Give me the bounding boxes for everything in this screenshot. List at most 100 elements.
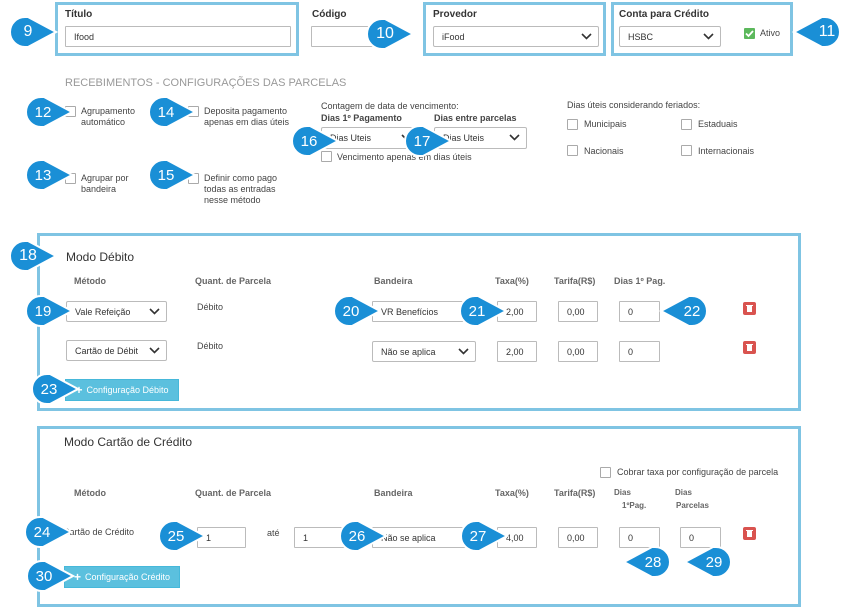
badge-12: 12 [22, 95, 74, 129]
ativo-checkbox[interactable] [744, 28, 755, 39]
debito-row2-metodo-select[interactable]: Cartão de Débit [66, 340, 167, 361]
badge-16: 16 [288, 124, 340, 158]
debito-row2-quant: Débito [197, 341, 224, 351]
credito-col-diasp-a: Dias [675, 488, 692, 497]
chevron-down-icon [149, 307, 160, 315]
internacionais-checkbox[interactable] [681, 145, 692, 156]
debito-row1-quant: Débito [197, 302, 224, 312]
debito-col-dias: Dias 1º Pag. [614, 276, 666, 286]
internacionais-label: Internacionais [698, 146, 755, 156]
add-debito-label: Configuração Débito [86, 385, 169, 395]
badge-17: 17 [401, 124, 453, 158]
debito-row2-trash-icon[interactable] [743, 341, 756, 354]
badge-18: 18 [6, 239, 58, 273]
agrupar-label: Agrupar por bandeira [81, 173, 129, 194]
nacionais-label: Nacionais [584, 146, 624, 156]
add-credito-label: Configuração Crédito [84, 572, 171, 582]
dias-entre-label: Dias entre parcelas [434, 113, 517, 123]
debito-col-tarifa: Tarifa(R$) [554, 276, 596, 286]
chevron-down-icon [581, 32, 592, 40]
municipais-label: Municipais [584, 119, 627, 129]
conta-select[interactable]: HSBC [619, 26, 721, 47]
debito-col-bandeira: Bandeira [374, 276, 413, 286]
provedor-value: iFood [442, 31, 465, 42]
credito-ate-label: até [267, 528, 280, 538]
definir-label: Definir como pago todas as entradas ness… [204, 173, 278, 205]
badge-14: 14 [145, 95, 197, 129]
credito-col-tarifa: Tarifa(R$) [554, 488, 596, 498]
dias1-label: Dias 1º Pagamento [321, 113, 402, 123]
credito-col-taxa: Taxa(%) [495, 488, 529, 498]
debito-row2-bandeira-select[interactable]: Não se aplica [372, 341, 476, 362]
badge-13: 13 [22, 158, 74, 192]
credito-col-diasp-b: Parcelas [676, 501, 709, 510]
chevron-down-icon [509, 134, 520, 141]
badge-30: 30 [23, 559, 75, 593]
provedor-label: Provedor [433, 9, 477, 20]
agrupamento-label: Agrupamento automático [81, 106, 136, 127]
cobrar-checkbox[interactable] [600, 467, 611, 478]
badge-27: 27 [457, 519, 509, 553]
nacionais-checkbox[interactable] [567, 145, 578, 156]
credito-col-dias1-b: 1ºPag. [622, 501, 647, 510]
add-credito-button[interactable]: + Configuração Crédito [64, 566, 180, 588]
debito-row2-taxa-input[interactable]: 2,00 [497, 341, 537, 362]
credito-col-quant: Quant. de Parcela [195, 488, 272, 498]
recebimentos-title: RECEBIMENTOS - CONFIGURAÇÕES DAS PARCELA… [65, 77, 347, 89]
debito-row1-metodo-select[interactable]: Vale Refeição [66, 301, 167, 322]
conta-label: Conta para Crédito [619, 9, 710, 20]
badge-10: 10 [363, 17, 415, 51]
debito-row1-trash-icon[interactable] [743, 302, 756, 315]
badge-25: 25 [155, 519, 207, 553]
badge-24: 24 [21, 515, 73, 549]
badge-29: 29 [683, 545, 735, 579]
chevron-down-icon [458, 347, 469, 355]
debito-row2-metodo: Cartão de Débit [75, 345, 139, 356]
debito-col-metodo: Método [74, 276, 106, 286]
codigo-label: Código [312, 9, 347, 20]
badge-20: 20 [330, 294, 382, 328]
badge-19: 19 [22, 294, 74, 328]
badge-21: 21 [456, 294, 508, 328]
debito-row2-bandeira: Não se aplica [381, 346, 436, 357]
titulo-input[interactable]: Ifood [65, 26, 291, 47]
chevron-down-icon [149, 346, 160, 354]
add-debito-button[interactable]: + Configuração Débito [65, 379, 179, 401]
titulo-label: Título [65, 9, 93, 20]
debito-row2-tarifa-input[interactable]: 0,00 [558, 341, 598, 362]
debito-row1-metodo: Vale Refeição [75, 306, 131, 317]
credito-title: Modo Cartão de Crédito [64, 435, 193, 449]
debito-col-taxa: Taxa(%) [495, 276, 529, 286]
check-icon [745, 30, 754, 38]
debito-row1-tarifa-input[interactable]: 0,00 [558, 301, 598, 322]
estaduais-checkbox[interactable] [681, 119, 692, 130]
credito-col-dias1-a: Dias [614, 488, 631, 497]
debito-title: Modo Débito [66, 250, 135, 264]
badge-22: 22 [659, 294, 711, 328]
credito-col-metodo: Método [74, 488, 106, 498]
badge-9: 9 [6, 15, 58, 49]
conta-value: HSBC [628, 31, 654, 42]
badge-23: 23 [28, 372, 80, 406]
provedor-select[interactable]: iFood [433, 26, 599, 47]
badge-28: 28 [622, 545, 674, 579]
feriados-label: Dias úteis considerando feriados: [567, 100, 701, 110]
credito-tarifa-input[interactable]: 0,00 [558, 527, 598, 548]
debito-col-quant: Quant. de Parcela [195, 276, 272, 286]
credito-metodo: Cartão de Crédito [63, 527, 135, 537]
debito-row2-dias-input[interactable]: 0 [619, 341, 660, 362]
deposita-label: Deposita pagamento apenas em dias úteis [204, 106, 290, 127]
plus-icon: + [73, 570, 81, 584]
debito-row1-dias-input[interactable]: 0 [619, 301, 660, 322]
contagem-label: Contagem de data de vencimento: [321, 101, 459, 111]
municipais-checkbox[interactable] [567, 119, 578, 130]
credito-trash-icon[interactable] [743, 527, 756, 540]
chevron-down-icon [703, 32, 714, 40]
estaduais-label: Estaduais [698, 119, 738, 129]
badge-15: 15 [145, 158, 197, 192]
cobrar-label: Cobrar taxa por configuração de parcela [617, 467, 779, 477]
credito-col-bandeira: Bandeira [374, 488, 413, 498]
ativo-label: Ativo [760, 28, 781, 38]
badge-11: 11 [792, 15, 844, 49]
badge-26: 26 [336, 519, 388, 553]
